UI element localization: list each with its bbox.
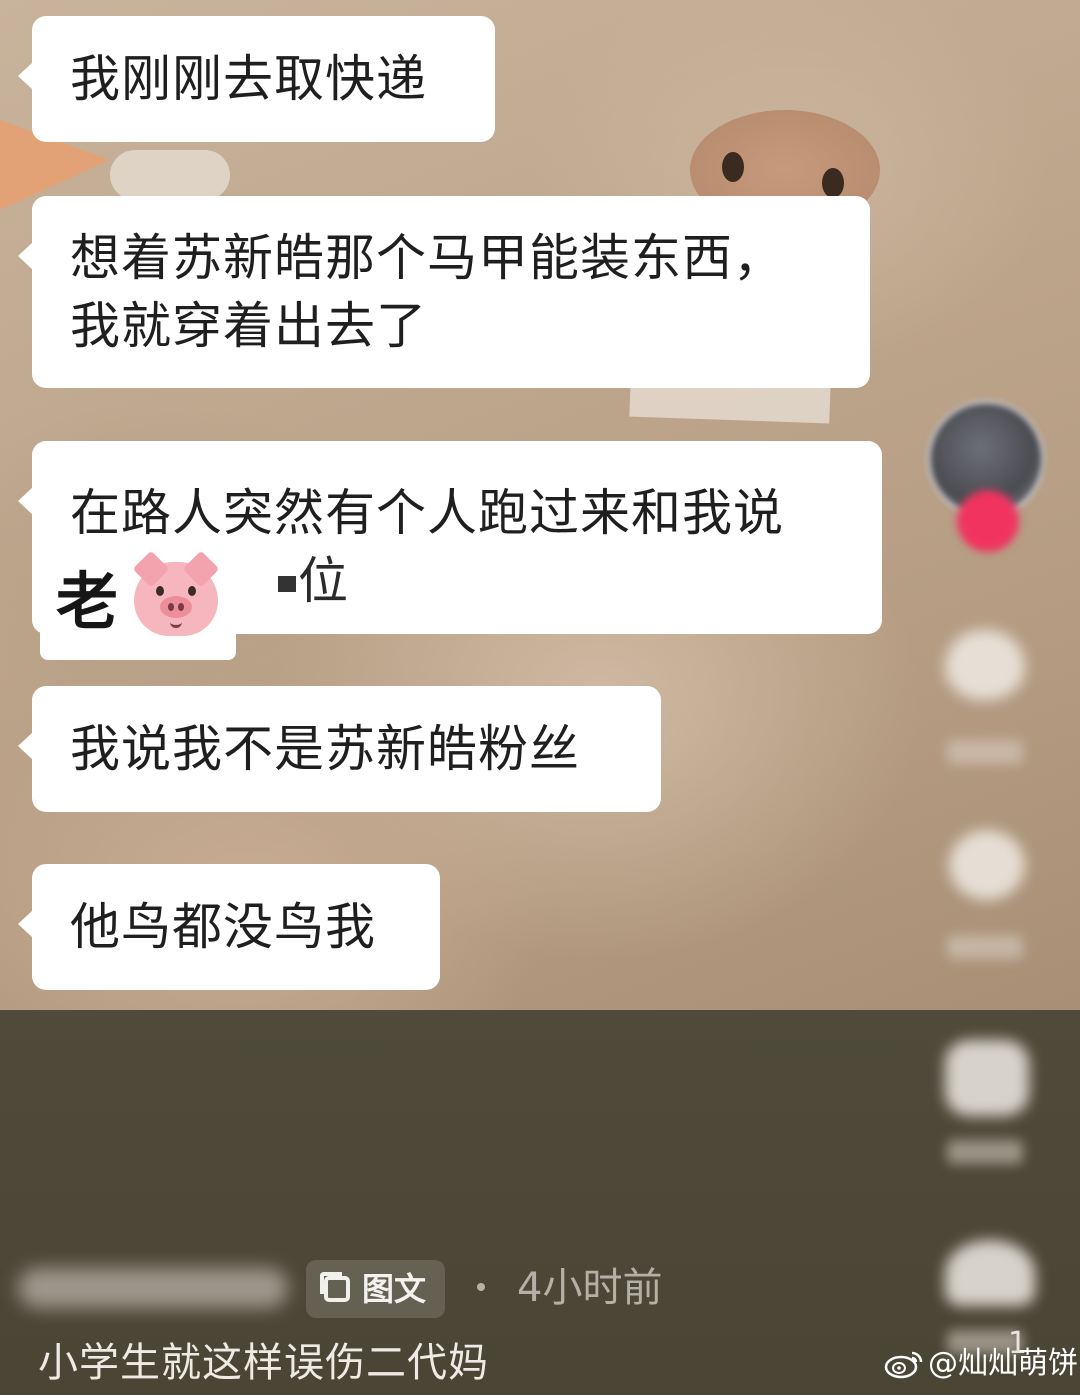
message-text: 我说我不是苏新皓粉丝	[70, 720, 580, 778]
chat-bubble: 我刚刚去取快递	[18, 16, 495, 142]
follow-button[interactable]	[957, 490, 1019, 552]
weibo-icon	[884, 1351, 923, 1379]
image-text-icon	[320, 1272, 350, 1302]
mosaic-censor	[278, 576, 296, 592]
overlay-text: 老	[56, 565, 119, 638]
author-name-blurred[interactable]	[18, 1268, 288, 1308]
message-text: 我刚刚去取快递	[70, 50, 427, 108]
message-text: 想着苏新皓那个马甲能装东西，	[70, 229, 784, 287]
comment-count	[947, 935, 1023, 959]
sticker-overlay: 老	[40, 548, 236, 660]
separator-dot	[477, 1283, 485, 1291]
post-caption: 小学生就这样误伤二代妈	[38, 1340, 489, 1386]
post-type-tag: 图文	[306, 1260, 445, 1318]
like-icon[interactable]	[945, 630, 1025, 700]
share-icon[interactable]	[945, 1240, 1035, 1306]
plush-pig-eye	[822, 168, 844, 198]
watermark-text: @灿灿萌饼	[928, 1346, 1078, 1381]
plush-pig-eye	[722, 152, 744, 182]
pig-face-icon	[132, 550, 220, 636]
post-type-label: 图文	[362, 1270, 427, 1308]
message-text: 在路人突然有个人跑过来和我说	[70, 484, 784, 542]
chat-bubble: 他鸟都没鸟我	[18, 864, 440, 990]
like-count	[947, 740, 1023, 764]
action-rail	[905, 380, 1065, 1380]
favorite-count	[947, 1140, 1023, 1164]
chat-bubble: 想着苏新皓那个马甲能装东西， 我就穿着出去了	[18, 196, 870, 388]
chat-bubble: 我说我不是苏新皓粉丝	[18, 686, 661, 812]
comment-icon[interactable]	[949, 830, 1025, 900]
post-time: 4小时前	[517, 1265, 663, 1311]
watermark: @灿灿萌饼	[884, 1342, 1078, 1386]
decorative-cloud	[110, 150, 230, 200]
message-text: 他鸟都没鸟我	[70, 898, 376, 956]
favorite-icon[interactable]	[945, 1040, 1029, 1116]
partial-text: 位	[278, 547, 349, 615]
message-text: 我就穿着出去了	[70, 297, 427, 355]
